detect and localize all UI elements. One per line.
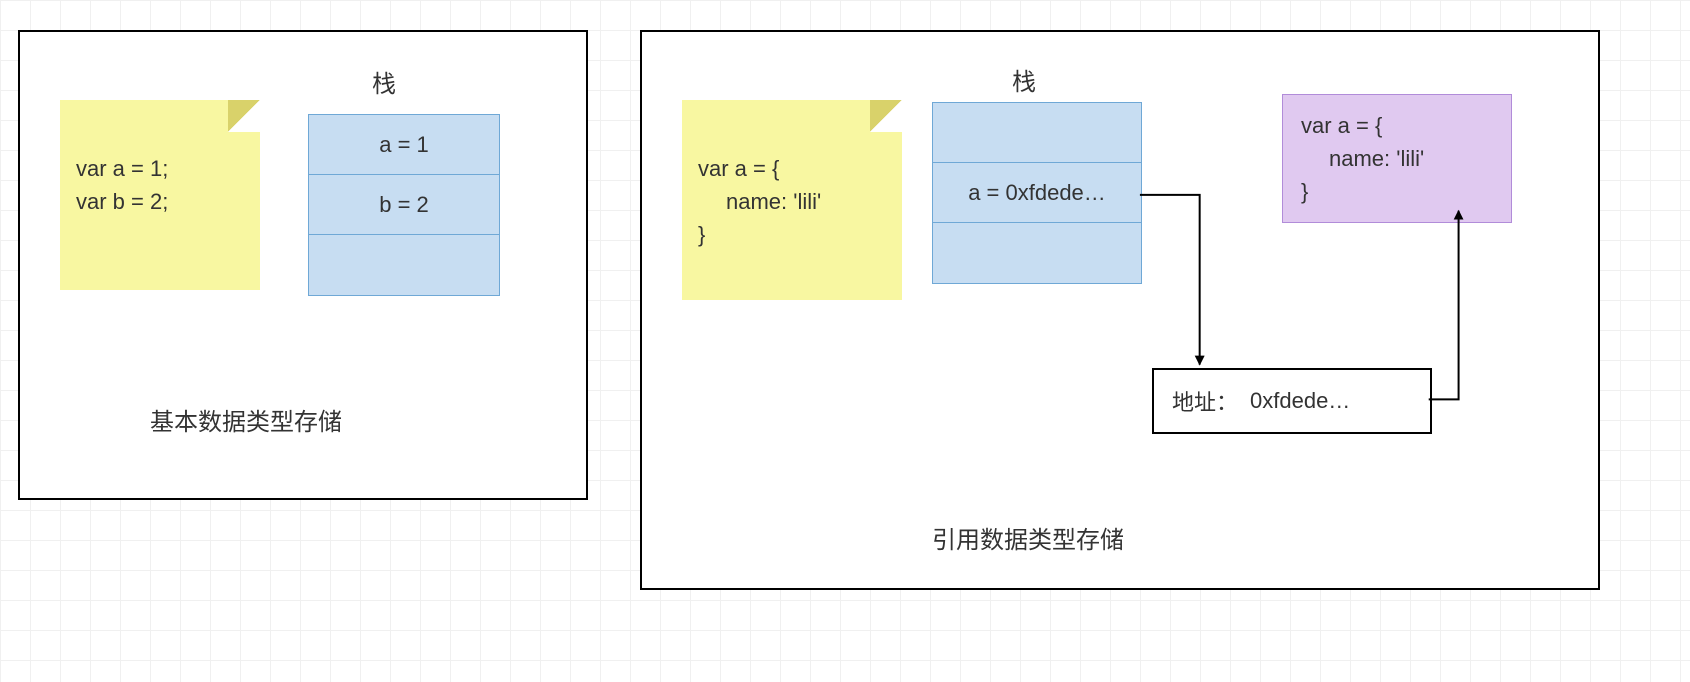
note-line: } — [698, 218, 886, 251]
heap-line: } — [1301, 175, 1493, 208]
heap-object-box: var a = { name: 'lili' } — [1282, 94, 1512, 223]
stack-cell: a = 0xfdede… — [933, 163, 1141, 223]
stack-cell: a = 1 — [309, 115, 499, 175]
stack-cell: b = 2 — [309, 175, 499, 235]
address-label: 地址： — [1172, 385, 1238, 417]
note-line: var b = 2; — [76, 185, 244, 218]
stack-title-right: 栈 — [1012, 62, 1036, 97]
panel-primitive: 栈 var a = 1; var b = 2; a = 1 b = 2 基本数据… — [18, 30, 588, 500]
code-note-left: var a = 1; var b = 2; — [60, 100, 260, 290]
note-line: var a = 1; — [76, 152, 244, 185]
heap-line: name: 'lili' — [1301, 142, 1493, 175]
stack-table-left: a = 1 b = 2 — [308, 114, 500, 296]
heap-line: var a = { — [1301, 109, 1493, 142]
note-line: name: 'lili' — [698, 185, 886, 218]
stack-cell-empty — [309, 235, 499, 295]
stack-cell-empty — [933, 103, 1141, 163]
panel-reference: 栈 var a = { name: 'lili' } a = 0xfdede… … — [640, 30, 1600, 590]
code-note-right: var a = { name: 'lili' } — [682, 100, 902, 300]
note-fold-icon — [870, 100, 902, 132]
stack-table-right: a = 0xfdede… — [932, 102, 1142, 284]
address-value: 0xfdede… — [1250, 388, 1350, 414]
caption-left: 基本数据类型存储 — [150, 402, 342, 437]
caption-right: 引用数据类型存储 — [932, 520, 1124, 555]
note-line: var a = { — [698, 152, 886, 185]
address-box: 地址： 0xfdede… — [1152, 368, 1432, 434]
note-fold-icon — [228, 100, 260, 132]
stack-cell-empty — [933, 223, 1141, 283]
stack-title-left: 栈 — [372, 64, 396, 99]
